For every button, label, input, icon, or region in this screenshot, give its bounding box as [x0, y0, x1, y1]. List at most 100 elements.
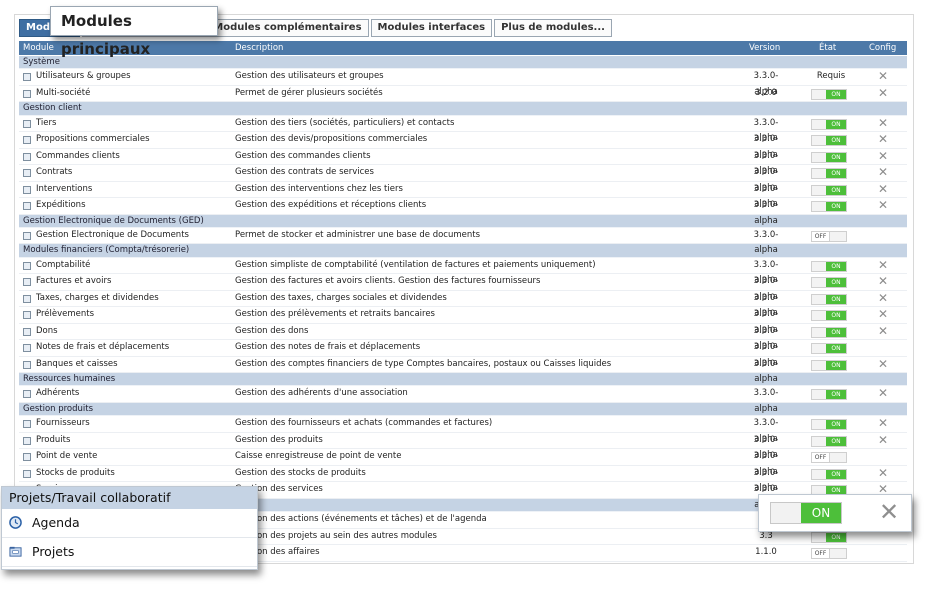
table-row: Comptabilité Gestion simpliste de comptab…	[19, 258, 907, 285]
callout-item-agenda[interactable]: Agenda	[2, 509, 257, 538]
zoom-callout-toggle: ON ✕	[758, 494, 912, 532]
state-toggle-on[interactable]: ON	[811, 135, 847, 147]
module-state: Requis	[816, 71, 846, 82]
config-tools-icon[interactable]: ✕	[877, 308, 889, 321]
callout-item-label: Projets	[32, 544, 75, 559]
toggle-label: ON	[826, 169, 846, 179]
module-icon	[23, 344, 31, 353]
state-toggle-on[interactable]: ON	[770, 502, 842, 524]
tab-plus-de-modules[interactable]: Plus de modules...	[494, 19, 612, 37]
state-toggle-on[interactable]: ON	[811, 435, 847, 447]
state-toggle-on[interactable]: ON	[811, 293, 847, 305]
module-name: Commandes clients	[36, 150, 120, 161]
zoom-tab-label: Modules principaux	[61, 12, 151, 58]
config-tools-icon[interactable]: ✕	[877, 258, 889, 272]
toggle-label: ON	[826, 261, 846, 271]
module-icon	[23, 294, 31, 303]
config-tools-icon[interactable]: ✕	[877, 433, 889, 447]
table-row: Banques et caisses Gestion des comptes fi…	[19, 357, 907, 384]
module-icon	[23, 261, 31, 270]
config-tools-icon[interactable]: ✕	[877, 86, 889, 100]
agenda-clock-icon	[9, 516, 22, 529]
table-row: Multi-société Permet de gérer plusieurs s…	[19, 86, 907, 103]
config-tools-icon[interactable]: ✕	[877, 466, 889, 480]
state-toggle-on[interactable]: ON	[811, 389, 847, 401]
module-description: Gestion des adhérents d'une association	[235, 388, 408, 399]
state-toggle-on[interactable]: ON	[811, 531, 847, 543]
state-toggle-on[interactable]: ON	[811, 88, 847, 100]
state-toggle-on[interactable]: ON	[811, 359, 847, 371]
config-tools-icon[interactable]: ✕	[877, 387, 889, 400]
state-toggle-on[interactable]: ON	[811, 184, 847, 196]
module-version: 3.3.0-alpha	[753, 388, 779, 414]
config-tools-icon[interactable]: ✕	[877, 116, 889, 130]
table-row: Factures et avoirs Gestion des factures e…	[19, 274, 907, 302]
state-toggle-off[interactable]: OFF	[811, 548, 847, 560]
module-icon	[23, 420, 31, 429]
config-tools-icon[interactable]: ✕	[877, 199, 889, 212]
module-description: Gestion des expéditions et réceptions cl…	[235, 200, 427, 211]
table-row: Utilisateurs & groupes Gestion des utilis…	[19, 69, 907, 97]
module-version: 3.3.0-alpha	[753, 358, 779, 385]
config-tools-icon[interactable]: ✕	[877, 182, 889, 196]
tab-modules-interfaces[interactable]: Modules interfaces	[370, 19, 493, 37]
state-toggle-on[interactable]: ON	[811, 419, 847, 431]
module-description: Gestion des devis/propositions commercia…	[235, 134, 428, 145]
config-tools-icon[interactable]: ✕	[877, 324, 889, 338]
group-header: Gestion client	[19, 102, 907, 116]
table-row: Produits Gestion des produits 3.3.0-alpha O…	[19, 433, 907, 460]
table-row: Commandes clients Gestion des commandes c…	[19, 149, 907, 176]
module-icon	[23, 89, 31, 98]
table-row: Dons Gestion des dons 3.3.0-alpha ON ✕	[19, 324, 907, 351]
toggle-label: ON	[826, 532, 846, 542]
table-row: Expéditions Gestion des expéditions et ré…	[19, 198, 907, 226]
state-toggle-on[interactable]: ON	[811, 277, 847, 289]
table-row: Tiers Gestion des tiers (sociétés, partic…	[19, 116, 907, 143]
state-toggle-on[interactable]: ON	[811, 343, 847, 355]
callout-group-title: Projets/Travail collaboratif	[2, 487, 257, 509]
zoom-tab-modules-principaux[interactable]: Modules principaux	[50, 6, 218, 58]
module-description: Gestion des contrats de services	[235, 167, 374, 178]
table-row: Stocks de produits Gestion des stocks de …	[19, 466, 907, 493]
state-toggle-on[interactable]: ON	[811, 310, 847, 322]
config-tools-icon[interactable]: ✕	[877, 291, 889, 305]
toggle-label: ON	[826, 89, 846, 99]
module-name: Tiers	[36, 117, 57, 128]
state-toggle-on[interactable]: ON	[811, 168, 847, 180]
toggle-label: ON	[826, 390, 846, 400]
state-toggle-on[interactable]: ON	[811, 468, 847, 480]
toggle-label: ON	[826, 327, 846, 337]
config-tools-icon[interactable]: ✕	[877, 417, 889, 430]
state-toggle-on[interactable]: ON	[811, 201, 847, 213]
wrench-screwdriver-icon[interactable]: ✕	[879, 499, 899, 525]
state-toggle-on[interactable]: ON	[811, 326, 847, 338]
config-tools-icon[interactable]: ✕	[877, 133, 889, 146]
module-name: Factures et avoirs	[36, 276, 112, 287]
module-description: Gestion des factures et avoirs clients. …	[235, 276, 541, 287]
state-toggle-off[interactable]: OFF	[811, 230, 847, 242]
config-tools-icon[interactable]: ✕	[877, 275, 889, 288]
module-name: Taxes, charges et dividendes	[36, 292, 159, 303]
module-icon	[23, 278, 31, 287]
config-tools-icon[interactable]: ✕	[877, 70, 889, 83]
module-icon	[23, 453, 31, 462]
header-module: Module	[23, 43, 54, 53]
state-toggle-on[interactable]: ON	[811, 118, 847, 130]
header-state: État	[819, 43, 837, 53]
module-description: Gestion simpliste de comptabilité (venti…	[235, 259, 596, 270]
state-toggle-on[interactable]: ON	[811, 151, 847, 163]
config-tools-icon[interactable]: ✕	[877, 149, 889, 163]
config-tools-icon[interactable]: ✕	[877, 357, 889, 371]
module-description: Permet de stocker et administrer une bas…	[235, 229, 481, 240]
table-row: Notes de frais et déplacements Gestion de…	[19, 340, 907, 368]
toggle-label: ON	[826, 294, 846, 304]
callout-item-projets[interactable]: Projets	[2, 538, 257, 567]
config-tools-icon[interactable]: ✕	[877, 166, 889, 179]
module-icon	[23, 152, 31, 161]
module-name: Gestion Electronique de Documents	[36, 229, 189, 240]
state-toggle-off[interactable]: OFF	[811, 452, 847, 464]
toggle-label: ON	[826, 278, 846, 288]
state-toggle-on[interactable]: ON	[811, 260, 847, 272]
module-icon	[23, 311, 31, 320]
table-row: Fournisseurs Gestion des fournisseurs et …	[19, 416, 907, 444]
